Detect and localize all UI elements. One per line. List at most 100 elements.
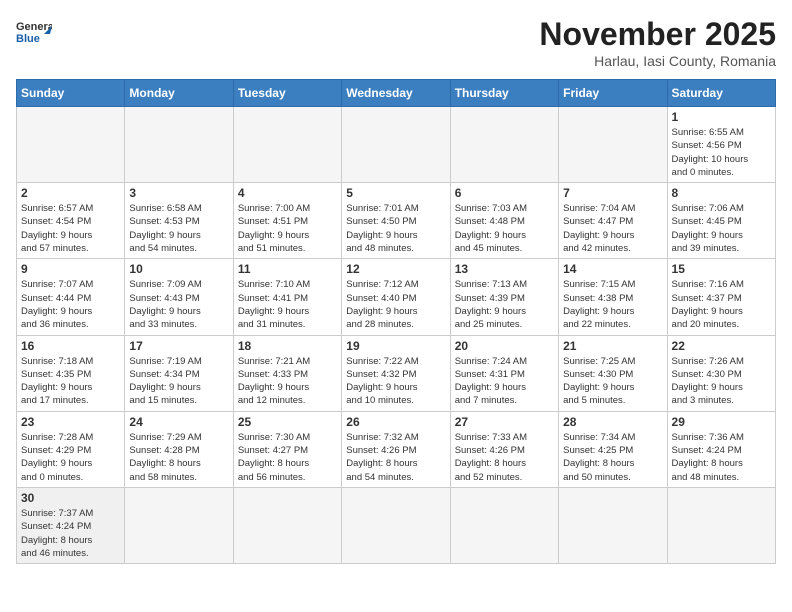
weekday-header-saturday: Saturday — [667, 80, 775, 107]
weekday-header-thursday: Thursday — [450, 80, 558, 107]
calendar-cell — [342, 107, 450, 183]
title-area: November 2025 Harlau, Iasi County, Roman… — [539, 16, 776, 69]
day-number: 14 — [563, 262, 662, 276]
day-info: Sunrise: 7:18 AM Sunset: 4:35 PM Dayligh… — [21, 355, 120, 408]
weekday-header-tuesday: Tuesday — [233, 80, 341, 107]
svg-text:Blue: Blue — [16, 33, 40, 45]
calendar-cell: 30 Sunrise: 7:37 AM Sunset: 4:24 PM Dayli… — [17, 487, 125, 563]
day-number: 28 — [563, 415, 662, 429]
month-year: November 2025 — [539, 16, 776, 53]
calendar-cell: 17 Sunrise: 7:19 AM Sunset: 4:34 PM Dayli… — [125, 335, 233, 411]
weekday-header-row: SundayMondayTuesdayWednesdayThursdayFrid… — [17, 80, 776, 107]
day-info: Sunrise: 7:22 AM Sunset: 4:32 PM Dayligh… — [346, 355, 445, 408]
calendar-cell — [125, 107, 233, 183]
svg-text:General: General — [16, 21, 52, 33]
day-info: Sunrise: 7:19 AM Sunset: 4:34 PM Dayligh… — [129, 355, 228, 408]
calendar-cell — [450, 487, 558, 563]
day-number: 9 — [21, 262, 120, 276]
calendar-cell: 13 Sunrise: 7:13 AM Sunset: 4:39 PM Dayli… — [450, 259, 558, 335]
calendar-cell: 11 Sunrise: 7:10 AM Sunset: 4:41 PM Dayli… — [233, 259, 341, 335]
calendar-cell: 20 Sunrise: 7:24 AM Sunset: 4:31 PM Dayli… — [450, 335, 558, 411]
calendar-table: SundayMondayTuesdayWednesdayThursdayFrid… — [16, 79, 776, 564]
day-number: 27 — [455, 415, 554, 429]
calendar-cell — [667, 487, 775, 563]
day-info: Sunrise: 7:16 AM Sunset: 4:37 PM Dayligh… — [672, 278, 771, 331]
calendar-cell — [233, 487, 341, 563]
day-info: Sunrise: 7:25 AM Sunset: 4:30 PM Dayligh… — [563, 355, 662, 408]
day-info: Sunrise: 7:15 AM Sunset: 4:38 PM Dayligh… — [563, 278, 662, 331]
day-number: 20 — [455, 339, 554, 353]
day-number: 18 — [238, 339, 337, 353]
calendar-cell: 23Sunrise: 7:28 AM Sunset: 4:29 PM Dayli… — [17, 411, 125, 487]
calendar-cell: 12 Sunrise: 7:12 AM Sunset: 4:40 PM Dayli… — [342, 259, 450, 335]
day-number: 26 — [346, 415, 445, 429]
weekday-header-monday: Monday — [125, 80, 233, 107]
day-info: Sunrise: 7:01 AM Sunset: 4:50 PM Dayligh… — [346, 202, 445, 255]
calendar-cell: 8Sunrise: 7:06 AM Sunset: 4:45 PM Daylig… — [667, 183, 775, 259]
calendar-cell: 15Sunrise: 7:16 AM Sunset: 4:37 PM Dayli… — [667, 259, 775, 335]
day-info: Sunrise: 7:03 AM Sunset: 4:48 PM Dayligh… — [455, 202, 554, 255]
day-number: 12 — [346, 262, 445, 276]
week-row-5: 23Sunrise: 7:28 AM Sunset: 4:29 PM Dayli… — [17, 411, 776, 487]
calendar-cell: 22Sunrise: 7:26 AM Sunset: 4:30 PM Dayli… — [667, 335, 775, 411]
day-info: Sunrise: 7:24 AM Sunset: 4:31 PM Dayligh… — [455, 355, 554, 408]
calendar-cell: 25Sunrise: 7:30 AM Sunset: 4:27 PM Dayli… — [233, 411, 341, 487]
calendar-cell: 5 Sunrise: 7:01 AM Sunset: 4:50 PM Daylig… — [342, 183, 450, 259]
calendar-cell: 4Sunrise: 7:00 AM Sunset: 4:51 PM Daylig… — [233, 183, 341, 259]
calendar-cell: 16Sunrise: 7:18 AM Sunset: 4:35 PM Dayli… — [17, 335, 125, 411]
day-number: 6 — [455, 186, 554, 200]
day-info: Sunrise: 7:34 AM Sunset: 4:25 PM Dayligh… — [563, 431, 662, 484]
day-number: 4 — [238, 186, 337, 200]
week-row-3: 9 Sunrise: 7:07 AM Sunset: 4:44 PM Daylig… — [17, 259, 776, 335]
day-number: 1 — [672, 110, 771, 124]
week-row-2: 2Sunrise: 6:57 AM Sunset: 4:54 PM Daylig… — [17, 183, 776, 259]
day-info: Sunrise: 6:57 AM Sunset: 4:54 PM Dayligh… — [21, 202, 120, 255]
day-info: Sunrise: 7:07 AM Sunset: 4:44 PM Dayligh… — [21, 278, 120, 331]
calendar-cell: 9 Sunrise: 7:07 AM Sunset: 4:44 PM Daylig… — [17, 259, 125, 335]
weekday-header-sunday: Sunday — [17, 80, 125, 107]
day-info: Sunrise: 6:58 AM Sunset: 4:53 PM Dayligh… — [129, 202, 228, 255]
calendar-cell: 18 Sunrise: 7:21 AM Sunset: 4:33 PM Dayli… — [233, 335, 341, 411]
day-number: 7 — [563, 186, 662, 200]
calendar-cell: 6 Sunrise: 7:03 AM Sunset: 4:48 PM Daylig… — [450, 183, 558, 259]
week-row-6: 30 Sunrise: 7:37 AM Sunset: 4:24 PM Dayli… — [17, 487, 776, 563]
week-row-4: 16Sunrise: 7:18 AM Sunset: 4:35 PM Dayli… — [17, 335, 776, 411]
calendar-cell — [450, 107, 558, 183]
day-number: 17 — [129, 339, 228, 353]
calendar-cell: 19 Sunrise: 7:22 AM Sunset: 4:32 PM Dayli… — [342, 335, 450, 411]
logo: General Blue — [16, 16, 52, 46]
day-number: 30 — [21, 491, 120, 505]
day-info: Sunrise: 7:33 AM Sunset: 4:26 PM Dayligh… — [455, 431, 554, 484]
calendar-cell: 2Sunrise: 6:57 AM Sunset: 4:54 PM Daylig… — [17, 183, 125, 259]
day-number: 11 — [238, 262, 337, 276]
day-number: 22 — [672, 339, 771, 353]
calendar-cell — [342, 487, 450, 563]
day-number: 24 — [129, 415, 228, 429]
day-number: 3 — [129, 186, 228, 200]
day-number: 13 — [455, 262, 554, 276]
day-number: 19 — [346, 339, 445, 353]
day-info: Sunrise: 7:09 AM Sunset: 4:43 PM Dayligh… — [129, 278, 228, 331]
day-info: Sunrise: 7:13 AM Sunset: 4:39 PM Dayligh… — [455, 278, 554, 331]
calendar-cell — [559, 107, 667, 183]
day-number: 10 — [129, 262, 228, 276]
calendar-cell: 29Sunrise: 7:36 AM Sunset: 4:24 PM Dayli… — [667, 411, 775, 487]
calendar-cell — [125, 487, 233, 563]
day-number: 8 — [672, 186, 771, 200]
calendar-cell: 7Sunrise: 7:04 AM Sunset: 4:47 PM Daylig… — [559, 183, 667, 259]
calendar-cell: 1Sunrise: 6:55 AM Sunset: 4:56 PM Daylig… — [667, 107, 775, 183]
day-info: Sunrise: 7:37 AM Sunset: 4:24 PM Dayligh… — [21, 507, 120, 560]
day-info: Sunrise: 7:21 AM Sunset: 4:33 PM Dayligh… — [238, 355, 337, 408]
calendar-cell: 24 Sunrise: 7:29 AM Sunset: 4:28 PM Dayli… — [125, 411, 233, 487]
day-number: 23 — [21, 415, 120, 429]
weekday-header-friday: Friday — [559, 80, 667, 107]
weekday-header-wednesday: Wednesday — [342, 80, 450, 107]
day-info: Sunrise: 7:10 AM Sunset: 4:41 PM Dayligh… — [238, 278, 337, 331]
day-info: Sunrise: 7:29 AM Sunset: 4:28 PM Dayligh… — [129, 431, 228, 484]
calendar-cell: 14 Sunrise: 7:15 AM Sunset: 4:38 PM Dayli… — [559, 259, 667, 335]
day-info: Sunrise: 7:36 AM Sunset: 4:24 PM Dayligh… — [672, 431, 771, 484]
day-number: 21 — [563, 339, 662, 353]
day-info: Sunrise: 7:12 AM Sunset: 4:40 PM Dayligh… — [346, 278, 445, 331]
calendar-cell: 27 Sunrise: 7:33 AM Sunset: 4:26 PM Dayli… — [450, 411, 558, 487]
day-number: 5 — [346, 186, 445, 200]
